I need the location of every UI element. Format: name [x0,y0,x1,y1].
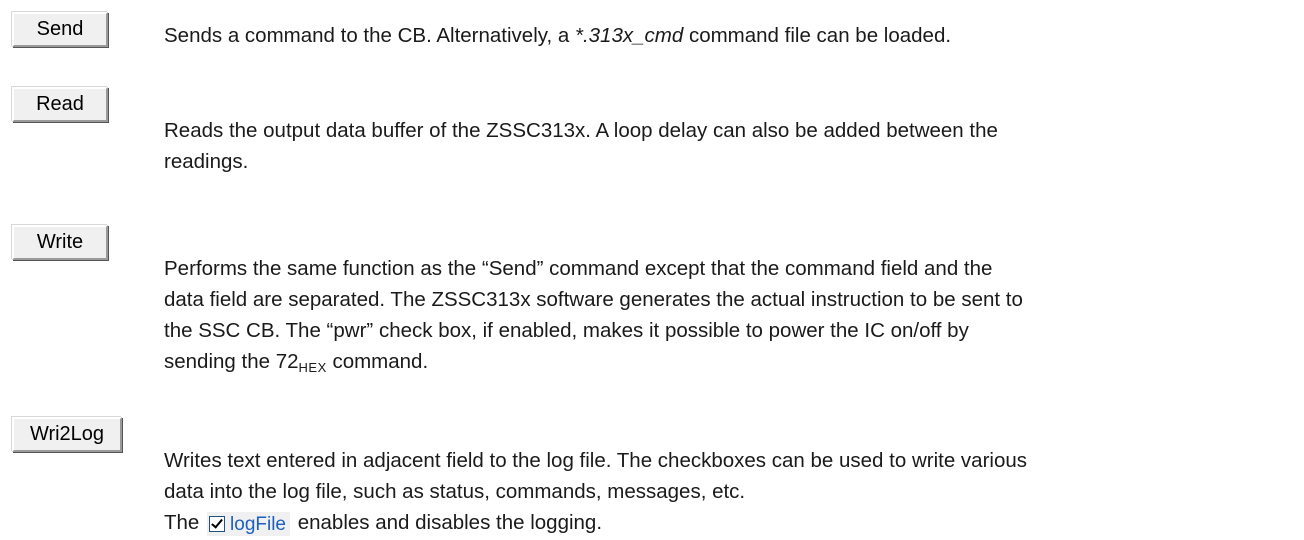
wri2log-desc-text-end: enables and disables the logging. [292,511,603,534]
send-desc-text-end: command file can be loaded. [683,24,952,47]
read-description: Reads the output data buffer of the ZSSC… [164,115,998,177]
send-button[interactable]: Send [12,12,108,47]
wri2log-button[interactable]: Wri2Log [12,417,122,452]
wri2log-desc-line: Writes text entered in adjacent field to… [164,449,1028,472]
write-desc-line: the SSC CB. The “pwr” check box, if enab… [164,319,969,342]
write-desc-line: data field are separated. The ZSSC313x s… [164,288,1023,311]
hex-subscript: HEX [298,360,327,375]
write-desc-line: Performs the same function as the “Send”… [164,257,993,280]
wri2log-description: Writes text entered in adjacent field to… [164,445,1027,538]
read-desc-line: readings. [164,150,249,173]
wri2log-desc-line: data into the log file, such as status, … [164,480,746,503]
send-description: Sends a command to the CB. Alternatively… [164,20,951,51]
read-button[interactable]: Read [12,87,108,122]
checkmark-icon [209,516,226,532]
write-desc-line: sending the 72HEX command. [164,346,1023,383]
wri2log-desc-line: The logFile enables and disables the log… [164,507,1027,538]
cmd-file-extension: *.313x_cmd [574,24,684,47]
read-desc-line: Reads the output data buffer of the ZSSC… [164,119,998,142]
logfile-checkbox-label: logFile [230,513,287,535]
write-description: Performs the same function as the “Send”… [164,253,1023,383]
wri2log-desc-text: The [164,511,206,534]
write-button[interactable]: Write [12,225,108,260]
write-desc-text-end: command. [326,350,429,373]
send-desc-text: Sends a command to the CB. Alternatively… [164,24,575,47]
logfile-checkbox[interactable]: logFile [207,512,291,536]
write-desc-text: sending the 72 [164,350,299,373]
